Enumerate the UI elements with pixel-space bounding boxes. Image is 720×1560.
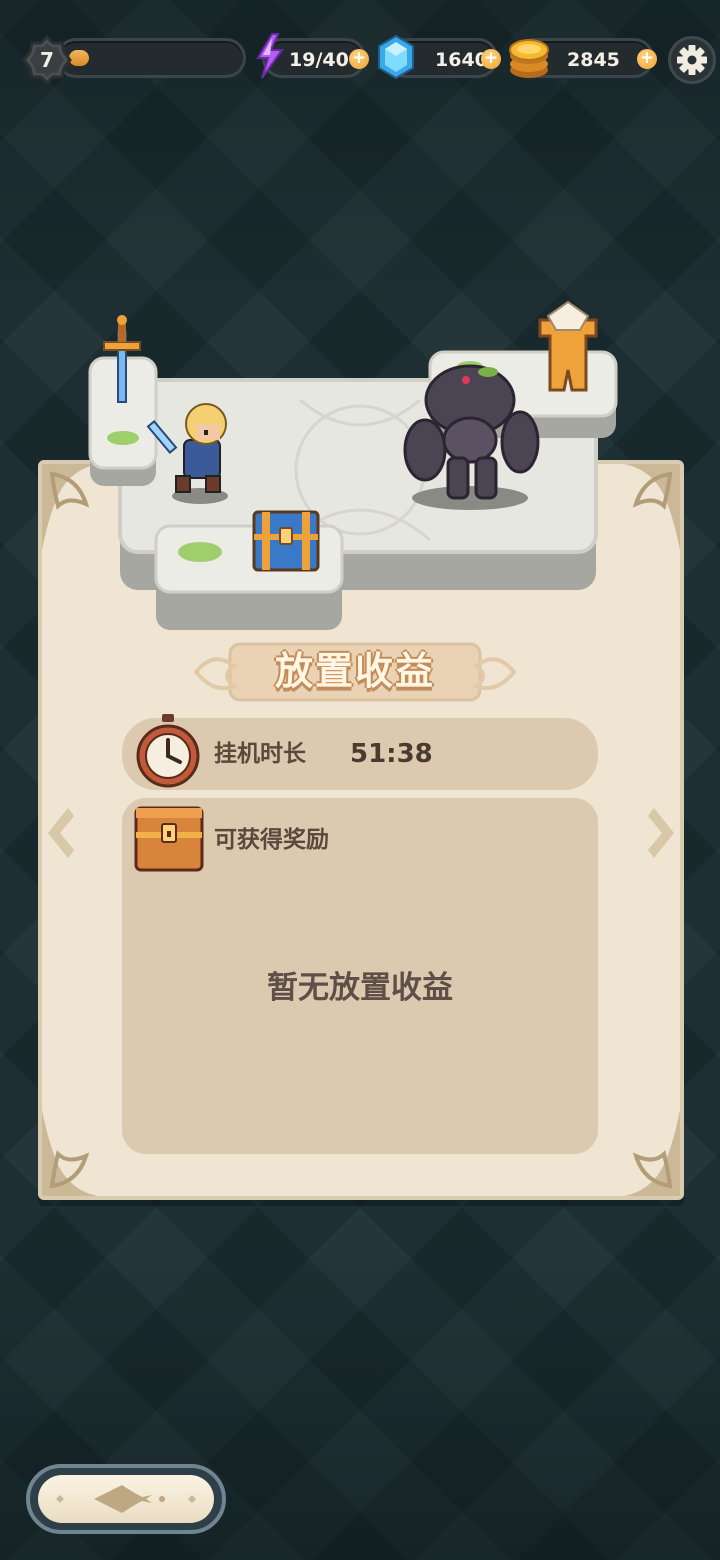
treasure-chest-icon — [134, 806, 204, 872]
panel-title: 放置收益 — [274, 649, 435, 693]
back-button[interactable] — [26, 1464, 226, 1534]
player-level: 7 — [40, 48, 54, 72]
settings-button[interactable] — [668, 36, 716, 84]
gold-value: 2845 — [567, 49, 620, 71]
energy-add-button[interactable]: + — [349, 49, 369, 69]
side-ornament-icon — [48, 808, 74, 858]
idle-duration-row: 挂机时长 51:38 — [122, 714, 598, 790]
top-hud: 7 19/40 + 1640 + 2845 + — [0, 30, 720, 90]
energy-value: 19/40 — [289, 49, 349, 71]
blue-chest-icon — [252, 510, 320, 572]
idle-duration-label: 挂机时长 — [214, 741, 306, 767]
battle-scene — [88, 300, 618, 630]
side-ornament-icon — [648, 808, 674, 858]
gem-add-button[interactable]: + — [481, 49, 501, 69]
reward-label: 可获得奖励 — [214, 827, 329, 853]
gem-value: 1640 — [435, 49, 488, 71]
back-arrow-icon — [56, 1485, 196, 1513]
gold-add-button[interactable]: + — [637, 49, 657, 69]
back-button-face — [38, 1475, 214, 1523]
xp-bar[interactable] — [56, 38, 246, 78]
gold-coin-icon — [509, 39, 549, 78]
xp-bar-fill — [69, 50, 89, 66]
diamond-icon — [378, 34, 414, 80]
idle-duration-value: 51:38 — [350, 739, 433, 769]
gear-icon — [677, 45, 707, 75]
lightning-icon — [256, 33, 284, 79]
empty-reward-message: 暂无放置收益 — [267, 970, 453, 1006]
stopwatch-icon — [136, 714, 200, 788]
reward-list-box: 可获得奖励 暂无放置收益 — [122, 798, 598, 1154]
